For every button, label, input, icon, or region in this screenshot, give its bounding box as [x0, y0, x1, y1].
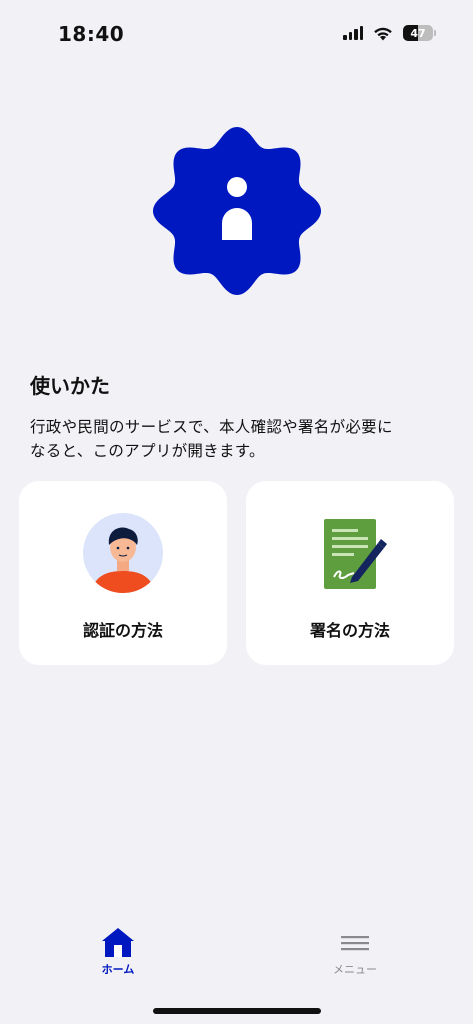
home-icon: [102, 928, 134, 957]
signature-method-label: 署名の方法: [309, 621, 390, 640]
auth-method-card[interactable]: 認証の方法: [19, 481, 227, 665]
tab-menu[interactable]: メニュー: [295, 925, 415, 977]
status-time: 18:40: [58, 22, 125, 46]
section-title: 使いかた: [30, 374, 110, 398]
battery-icon: 47: [403, 25, 436, 41]
status-bar: 18:40 47: [0, 0, 473, 70]
tab-home-label: ホーム: [101, 963, 135, 976]
description-line-2: なると、このアプリが開きます。: [30, 442, 265, 460]
battery-level: 47: [410, 26, 426, 40]
description-line-1: 行政や民間のサービスで、本人確認や署名が必要に: [30, 418, 393, 436]
tab-menu-label: メニュー: [333, 963, 377, 976]
signature-document-icon: [324, 519, 387, 589]
cellular-signal-icon: [343, 26, 363, 40]
tab-home[interactable]: ホーム: [58, 925, 178, 977]
signature-method-card[interactable]: 署名の方法: [246, 481, 454, 665]
person-avatar-icon: [83, 513, 163, 593]
section-description: 行政や民間のサービスで、本人確認や署名が必要に なると、このアプリが開きます。: [30, 415, 450, 463]
auth-method-label: 認証の方法: [82, 621, 163, 640]
menu-icon: [341, 936, 369, 951]
wifi-icon: [374, 27, 392, 40]
status-icons: 47: [343, 25, 436, 41]
info-badge-icon: [153, 127, 321, 295]
tab-bar: ホーム メニュー: [0, 925, 473, 995]
home-indicator: [153, 1008, 321, 1014]
